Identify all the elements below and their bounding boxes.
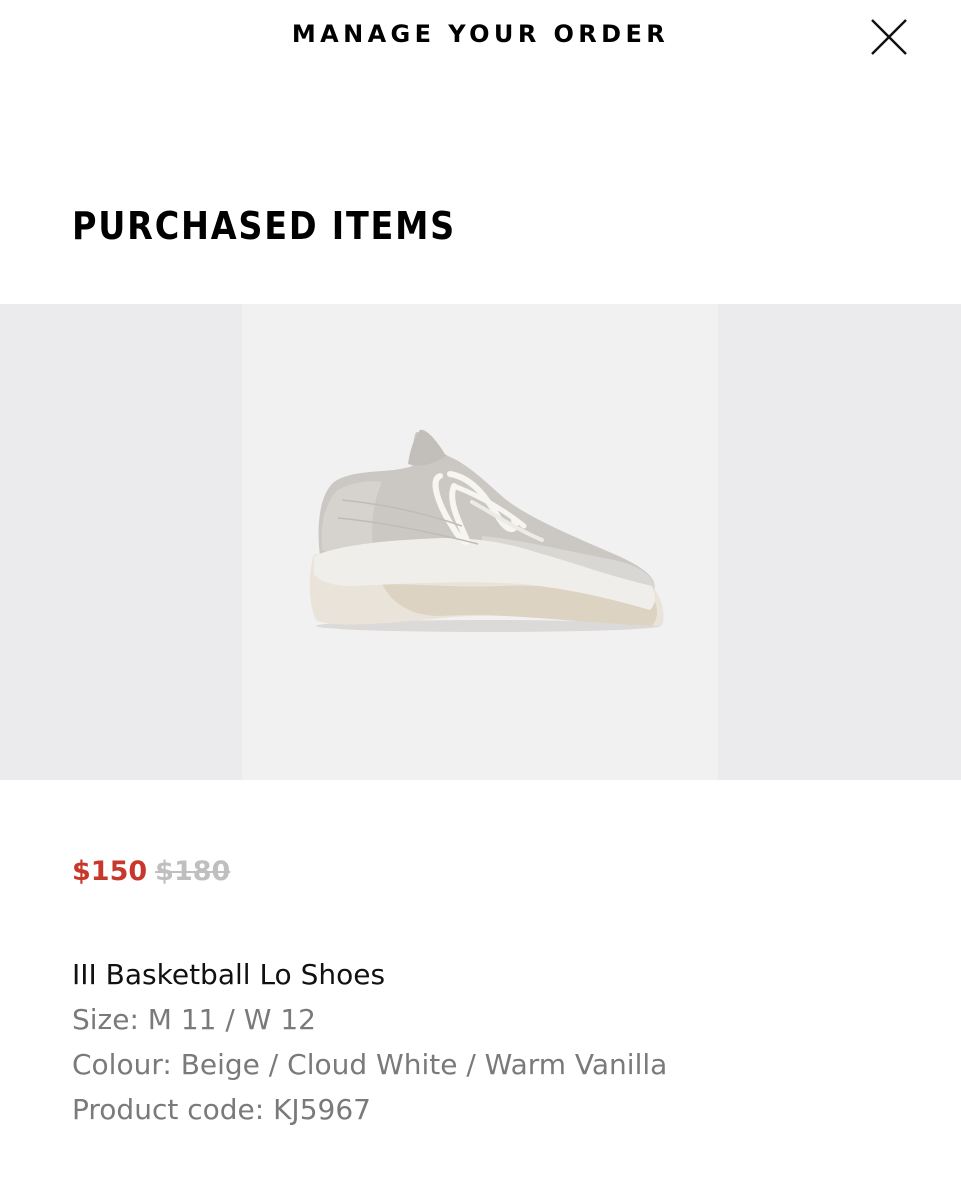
header: MANAGE YOUR ORDER <box>0 0 961 76</box>
original-price: $180 <box>155 856 231 887</box>
product-colour: Colour: Beige / Cloud White / Warm Vanil… <box>72 1048 668 1081</box>
sneaker-image <box>309 429 664 632</box>
close-icon <box>871 19 907 55</box>
section-title: PURCHASED ITEMS <box>72 204 457 248</box>
product-image-strip <box>0 304 961 780</box>
product-size: Size: M 11 / W 12 <box>72 1003 316 1036</box>
close-button[interactable] <box>868 16 910 58</box>
price-row: $150 $180 <box>72 856 230 887</box>
page-title: MANAGE YOUR ORDER <box>291 20 670 48</box>
product-code: Product code: KJ5967 <box>72 1093 371 1126</box>
item-details: III Basketball Lo Shoes Size: M 11 / W 1… <box>72 952 667 1132</box>
sale-price: $150 <box>72 856 148 887</box>
product-name[interactable]: III Basketball Lo Shoes <box>72 952 667 997</box>
product-image[interactable] <box>242 304 718 780</box>
